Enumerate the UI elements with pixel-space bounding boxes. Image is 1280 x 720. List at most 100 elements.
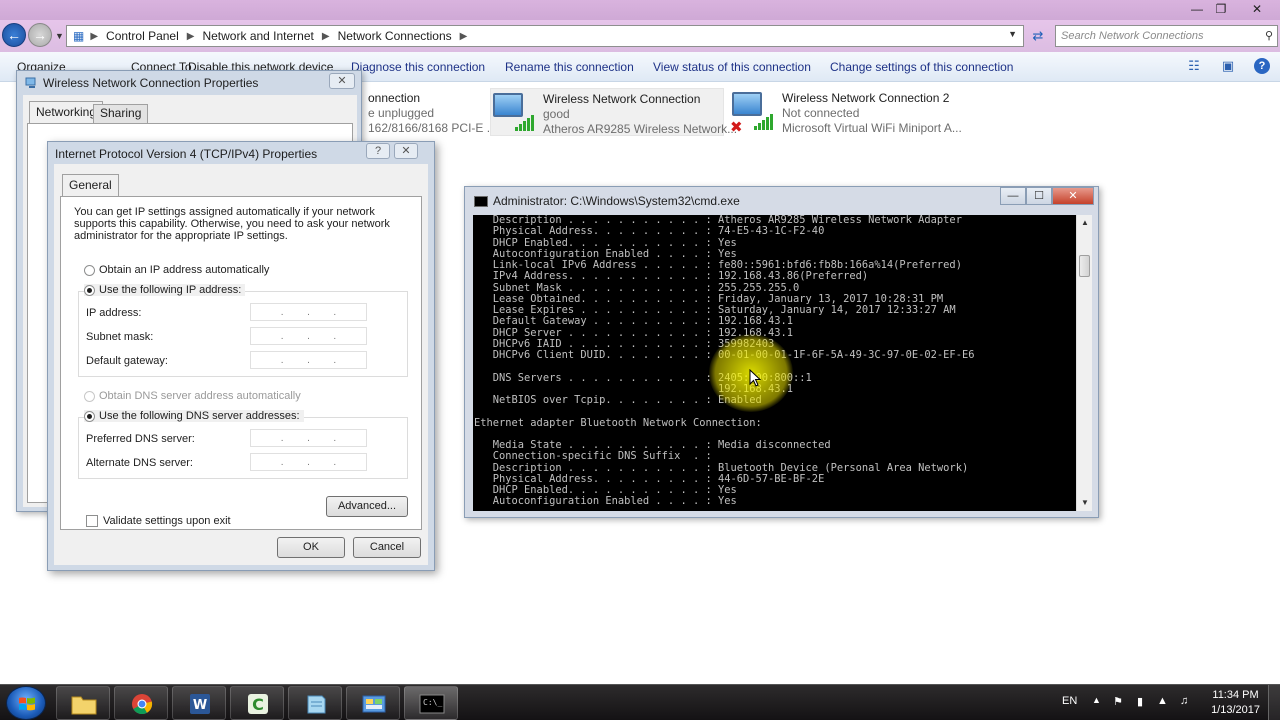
vertical-scrollbar[interactable]: ▲ ▼ [1076, 215, 1092, 511]
back-button[interactable]: ← [2, 23, 26, 47]
address-box[interactable]: ▦ ▶ Control Panel ▶ Network and Internet… [66, 25, 1024, 47]
language-indicator[interactable]: EN [1062, 695, 1077, 707]
minimize-button[interactable]: — [1184, 0, 1210, 18]
radio-off[interactable] [84, 264, 95, 276]
tab-networking[interactable]: Networking [29, 101, 104, 123]
cmd-window: Administrator: C:\Windows\System32\cmd.e… [464, 186, 1099, 518]
flag-notification-icon[interactable]: ⚑ [1113, 695, 1123, 708]
tab-general[interactable]: General [62, 174, 119, 196]
tray-expand-icon[interactable]: ▲ [1092, 695, 1101, 705]
use-ip-radio[interactable]: Use the following IP address: [84, 284, 246, 296]
connection-status: Not connected [782, 106, 860, 120]
connection-name: Wireless Network Connection 2 [782, 91, 950, 105]
taskbar-camtasia[interactable]: C [230, 686, 284, 720]
chrome-icon [132, 694, 153, 715]
radio-on[interactable] [84, 410, 95, 422]
console-output[interactable]: Description . . . . . . . . . . . : Athe… [473, 215, 1076, 511]
svg-text:W: W [193, 698, 207, 713]
red-x-icon: ✖ [730, 119, 743, 136]
search-input[interactable]: Search Network Connections ⚲ [1055, 25, 1278, 47]
mouse-cursor-icon [749, 369, 761, 387]
cmd-icon: C:\_ [419, 694, 445, 714]
taskbar-notepad[interactable] [288, 686, 342, 720]
validate-checkbox[interactable] [86, 515, 98, 527]
auto-ip-radio[interactable]: Obtain an IP address automatically [84, 264, 269, 276]
taskbar-cmd[interactable]: C:\_ [404, 686, 458, 720]
change-settings-button[interactable]: Change settings of this connection [830, 60, 1013, 74]
preferred-dns-field[interactable]: ... [250, 429, 367, 447]
breadcrumb-control-panel[interactable]: Control Panel [106, 29, 179, 43]
default-gateway-field[interactable]: ... [250, 351, 367, 369]
cmd-title: Administrator: C:\Windows\System32\cmd.e… [493, 194, 740, 208]
close-button[interactable]: ✕ [394, 143, 418, 159]
radio-disabled [84, 390, 95, 402]
auto-dns-radio[interactable]: Obtain DNS server address automatically [84, 390, 301, 402]
subnet-mask-label: Subnet mask: [86, 331, 154, 343]
help-icon[interactable]: ? [1254, 58, 1270, 74]
network-tray-icon[interactable]: ▲ [1157, 695, 1168, 707]
help-button[interactable]: ? [366, 143, 390, 159]
cancel-button[interactable]: Cancel [353, 537, 421, 558]
control-panel-icon: ▦ [73, 29, 85, 43]
clock-date: 1/13/2017 [1211, 704, 1260, 716]
scroll-down-icon[interactable]: ▼ [1077, 495, 1093, 511]
start-button[interactable] [6, 686, 46, 720]
connection-item-wireless[interactable]: Wireless Network Connection good Atheros… [490, 88, 737, 136]
ip-address-label: IP address: [86, 307, 142, 319]
minimize-button[interactable]: — [1000, 187, 1026, 205]
validate-checkbox-row[interactable]: Validate settings upon exit [86, 515, 231, 527]
connection-name: onnection [368, 91, 421, 105]
chevron-down-icon[interactable]: ▼ [1008, 29, 1017, 39]
wireless-network-disconnected-icon: ✖ [730, 90, 773, 136]
ipv4-properties-dialog: Internet Protocol Version 4 (TCP/IPv4) P… [47, 141, 435, 571]
connection-status: e unplugged [368, 106, 435, 120]
taskbar-control-panel[interactable] [346, 686, 400, 720]
taskbar-explorer[interactable] [56, 686, 110, 720]
radio-on[interactable] [84, 284, 95, 296]
scroll-thumb[interactable] [1079, 255, 1090, 277]
scroll-up-icon[interactable]: ▲ [1077, 215, 1093, 231]
alternate-dns-field[interactable]: ... [250, 453, 367, 471]
rename-button[interactable]: Rename this connection [505, 60, 634, 74]
connection-adapter: Microsoft Virtual WiFi Miniport A... [782, 121, 962, 135]
battery-icon[interactable]: ▮ [1137, 695, 1143, 708]
address-bar-area: ← → ▼ ▦ ▶ Control Panel ▶ Network and In… [0, 20, 1280, 52]
connection-item-wireless-2[interactable]: ✖ Wireless Network Connection 2 Not conn… [730, 88, 970, 136]
chevron-right-icon: ▶ [186, 30, 195, 42]
control-panel-icon [362, 695, 386, 713]
maximize-button[interactable]: ☐ [1026, 187, 1052, 205]
dialog-title: Wireless Network Connection Properties [43, 76, 259, 90]
forward-button[interactable]: → [28, 23, 52, 47]
connection-adapter: Atheros AR9285 Wireless Network... [543, 122, 738, 136]
use-dns-radio[interactable]: Use the following DNS server addresses: [84, 410, 304, 422]
breadcrumb-network-internet[interactable]: Network and Internet [202, 29, 313, 43]
volume-icon[interactable]: ♫ [1180, 695, 1188, 707]
svg-text:C: C [252, 695, 264, 714]
show-desktop-button[interactable] [1268, 685, 1280, 720]
refresh-button[interactable]: ⇄ [1028, 25, 1048, 47]
svg-text:C:\_: C:\_ [423, 698, 442, 707]
recent-pages-icon[interactable]: ▼ [55, 31, 64, 41]
search-icon[interactable]: ⚲ [1265, 26, 1273, 46]
ip-address-field[interactable]: ... [250, 303, 367, 321]
tab-sharing[interactable]: Sharing [93, 104, 149, 123]
word-icon: W [190, 694, 210, 714]
notepad-icon [307, 695, 326, 714]
auto-dns-label: Obtain DNS server address automatically [99, 390, 301, 402]
clock[interactable]: 11:34 PM 1/13/2017 [1211, 688, 1260, 718]
advanced-button[interactable]: Advanced... [326, 496, 408, 517]
subnet-mask-field[interactable]: ... [250, 327, 367, 345]
cmd-icon [474, 196, 488, 207]
taskbar-chrome[interactable] [114, 686, 168, 720]
change-view-icon[interactable]: ☷ [1186, 58, 1202, 74]
diagnose-button[interactable]: Diagnose this connection [351, 60, 485, 74]
close-button[interactable]: ✕ [329, 73, 355, 89]
ok-button[interactable]: OK [277, 537, 345, 558]
close-button[interactable]: ✕ [1244, 0, 1270, 18]
taskbar-word[interactable]: W [172, 686, 226, 720]
close-button[interactable]: ✕ [1052, 187, 1094, 205]
maximize-button[interactable]: ❐ [1208, 0, 1234, 18]
breadcrumb-network-connections[interactable]: Network Connections [338, 29, 452, 43]
preview-pane-icon[interactable]: ▣ [1220, 58, 1236, 74]
view-status-button[interactable]: View status of this connection [653, 60, 811, 74]
